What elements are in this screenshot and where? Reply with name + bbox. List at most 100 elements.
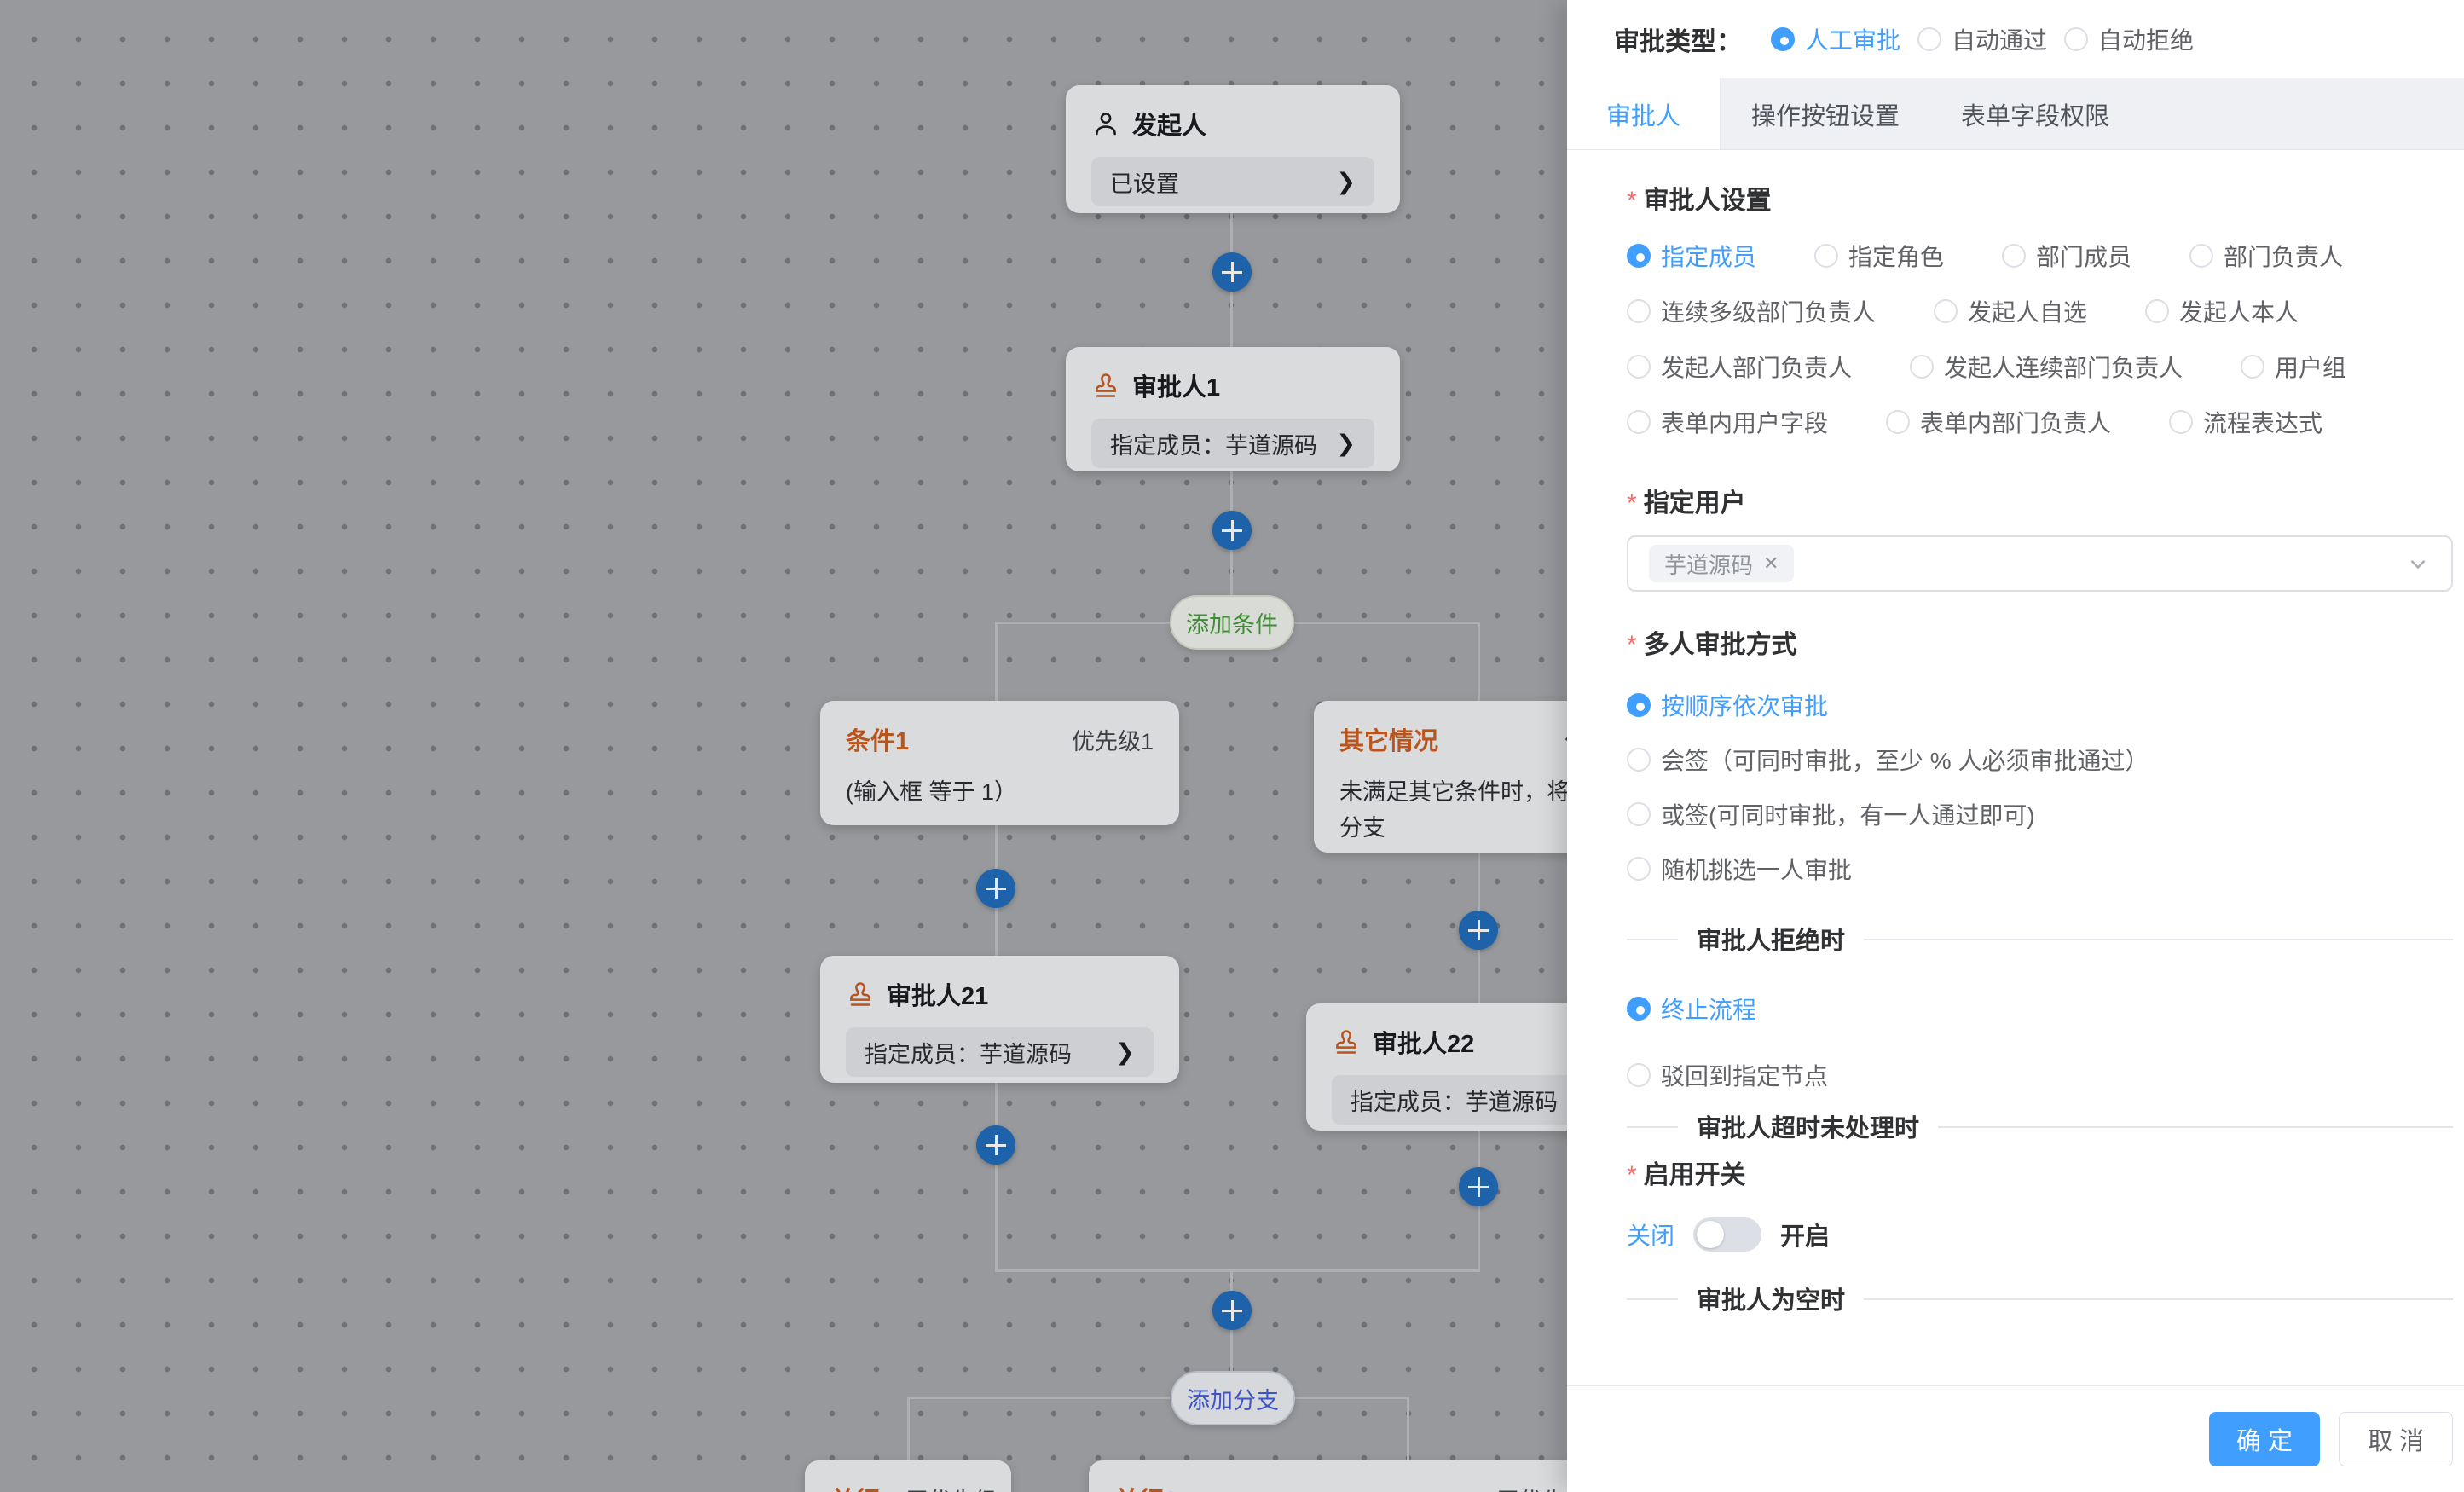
radio-orsign[interactable]: 或签(可同时审批，有一人通过即可) [1627, 797, 2453, 831]
add-branch-button[interactable]: 添加分支 [1171, 1371, 1295, 1425]
add-node-button[interactable] [976, 869, 1015, 908]
radio-user-group[interactable]: 用户组 [2241, 350, 2346, 384]
radio-dot [2145, 299, 2169, 323]
condition-expression: (输入框 等于 1） [846, 774, 1154, 810]
add-node-button[interactable] [1212, 252, 1252, 292]
radio-starter-self-select[interactable]: 发起人自选 [1934, 294, 2087, 328]
approval-type-row: 审批类型： 人工审批 自动通过 自动拒绝 [1567, 0, 2464, 78]
node-title: 其它情况 [1339, 721, 1438, 757]
radio-form-user-field[interactable]: 表单内用户字段 [1627, 405, 1828, 439]
add-node-button[interactable] [1459, 911, 1498, 950]
radio-dot [1627, 997, 1651, 1021]
radio-label: 部门负责人 [2224, 239, 2343, 273]
add-condition-button[interactable]: 添加条件 [1170, 595, 1294, 650]
radio-dot [2241, 355, 2264, 379]
radio-manual-approval[interactable]: 人工审批 [1771, 22, 1900, 56]
radio-countersign[interactable]: 会签（可同时审批，至少 % 人必须审批通过） [1627, 743, 2453, 777]
radio-dot [1627, 410, 1651, 434]
settings-tabbar: 审批人 操作按钮设置 表单字段权限 [1567, 78, 2464, 150]
node-priority: 优先级1 [1072, 723, 1154, 756]
workflow-designer: 发起人 已设置 ❯ 审批人1 指定成员：芋道源码 ❯ 添 [0, 0, 2464, 1492]
radio-auto-approve[interactable]: 自动通过 [1917, 22, 2047, 56]
node-summary-text: 已设置 [1110, 165, 1179, 199]
radio-form-dept-leader[interactable]: 表单内部门负责人 [1886, 405, 2111, 439]
radio-assigned-member[interactable]: 指定成员 [1627, 239, 1756, 273]
radio-starter-dept-leader[interactable]: 发起人部门负责人 [1627, 350, 1852, 384]
radio-dot [2064, 27, 2088, 51]
multi-approve-radio-group: 按顺序依次审批 会签（可同时审批，至少 % 人必须审批通过） 或签(可同时审批，… [1627, 688, 2453, 886]
radio-multi-level-dept-leader[interactable]: 连续多级部门负责人 [1627, 294, 1876, 328]
enable-switch-label: 启用开关 [1627, 1154, 2453, 1191]
assignee-select[interactable]: 芋道源码 ✕ [1627, 535, 2453, 592]
node-condition1[interactable]: 条件1 优先级1 (输入框 等于 1） [820, 701, 1179, 825]
radio-dot [2169, 410, 2193, 434]
add-node-button[interactable] [976, 1125, 1015, 1165]
radio-dot [1814, 244, 1838, 268]
radio-label: 会签（可同时审批，至少 % 人必须审批通过） [1661, 743, 2149, 777]
assignee-tag: 芋道源码 ✕ [1649, 545, 1794, 582]
timeout-toggle[interactable] [1693, 1217, 1761, 1252]
radio-return-to-node[interactable]: 驳回到指定节点 [1627, 1058, 2453, 1092]
radio-dot [1627, 355, 1651, 379]
radio-terminate-process[interactable]: 终止流程 [1627, 992, 2453, 1026]
node-approver21[interactable]: 审批人21 指定成员：芋道源码 ❯ [820, 956, 1179, 1083]
radio-dot [1627, 802, 1651, 826]
stamp-icon [1091, 371, 1120, 400]
radio-auto-reject[interactable]: 自动拒绝 [2064, 22, 2194, 56]
radio-label: 按顺序依次审批 [1661, 688, 1828, 722]
node-summary-text: 指定成员：芋道源码 [1351, 1084, 1558, 1117]
radio-sequential[interactable]: 按顺序依次审批 [1627, 688, 2453, 722]
radio-dot [1771, 27, 1795, 51]
radio-dept-leader[interactable]: 部门负责人 [2189, 239, 2343, 273]
node-title: 发起人 [1132, 106, 1206, 142]
chevron-right-icon: ❯ [1115, 1039, 1135, 1066]
node-title: 并行2 [1114, 1481, 1177, 1492]
radio-label: 发起人连续部门负责人 [1944, 350, 2183, 384]
node-summary[interactable]: 指定成员：芋道源码 ❯ [846, 1027, 1154, 1077]
node-summary-text: 指定成员：芋道源码 [1110, 427, 1317, 460]
tag-close-icon[interactable]: ✕ [1763, 552, 1779, 575]
chevron-right-icon: ❯ [1336, 431, 1356, 457]
radio-random-one[interactable]: 随机挑选一人审批 [1627, 852, 2453, 886]
radio-starter-self[interactable]: 发起人本人 [2145, 294, 2299, 328]
approver-settings-panel: 审批类型： 人工审批 自动通过 自动拒绝 审批人 操作按钮设置 表单字段权限 审… [1567, 0, 2464, 1492]
timeout-switch-row: 关闭 开启 [1627, 1217, 2453, 1252]
approver-type-radio-group: 指定成员 指定角色 部门成员 部门负责人 连续多级部门负责人 发起人自选 发起人… [1627, 239, 2453, 439]
radio-label: 指定成员 [1661, 239, 1756, 273]
tab-action-buttons[interactable]: 操作按钮设置 [1721, 78, 1930, 149]
radio-label: 人工审批 [1805, 22, 1900, 56]
confirm-button[interactable]: 确 定 [2209, 1412, 2320, 1466]
node-parallel1[interactable]: 并行1 无优先级 [805, 1460, 1011, 1492]
node-summary[interactable]: 指定成员：芋道源码 ❯ [1091, 419, 1374, 468]
node-approver1[interactable]: 审批人1 指定成员：芋道源码 ❯ [1066, 347, 1400, 471]
add-node-button[interactable] [1212, 1291, 1252, 1330]
tab-form-field-permissions[interactable]: 表单字段权限 [1930, 78, 2140, 149]
radio-assigned-role[interactable]: 指定角色 [1814, 239, 1944, 273]
radio-dot [2002, 244, 2026, 268]
timeout-divider: 审批人超时未处理时 [1627, 1126, 2453, 1128]
radio-dot [1934, 299, 1958, 323]
radio-dot [1627, 299, 1651, 323]
radio-dot [1627, 748, 1651, 772]
radio-dept-member[interactable]: 部门成员 [2002, 239, 2131, 273]
radio-label: 表单内部门负责人 [1920, 405, 2111, 439]
radio-dot [1627, 1063, 1651, 1087]
node-summary-text: 指定成员：芋道源码 [865, 1036, 1072, 1069]
branch-merge-line [995, 1269, 1480, 1272]
node-summary[interactable]: 已设置 ❯ [1091, 157, 1374, 206]
branch-split-line [907, 1397, 1408, 1399]
radio-starter-multi-dept-leader[interactable]: 发起人连续部门负责人 [1910, 350, 2183, 384]
tab-approver[interactable]: 审批人 [1567, 78, 1721, 149]
connector-line [907, 1397, 910, 1460]
settings-content[interactable]: 审批人设置 指定成员 指定角色 部门成员 部门负责人 连续多级部门负责人 发起人… [1567, 150, 2464, 1334]
radio-label: 连续多级部门负责人 [1661, 294, 1876, 328]
add-node-button[interactable] [1459, 1167, 1498, 1206]
connector-line [995, 1083, 998, 1271]
radio-process-expression[interactable]: 流程表达式 [2169, 405, 2322, 439]
add-condition-label: 添加条件 [1186, 606, 1278, 639]
node-title: 条件1 [846, 721, 909, 757]
node-start[interactable]: 发起人 已设置 ❯ [1066, 85, 1400, 213]
add-node-button[interactable] [1212, 511, 1252, 550]
cancel-button[interactable]: 取 消 [2339, 1412, 2453, 1466]
approver-setting-label: 审批人设置 [1627, 179, 2453, 217]
